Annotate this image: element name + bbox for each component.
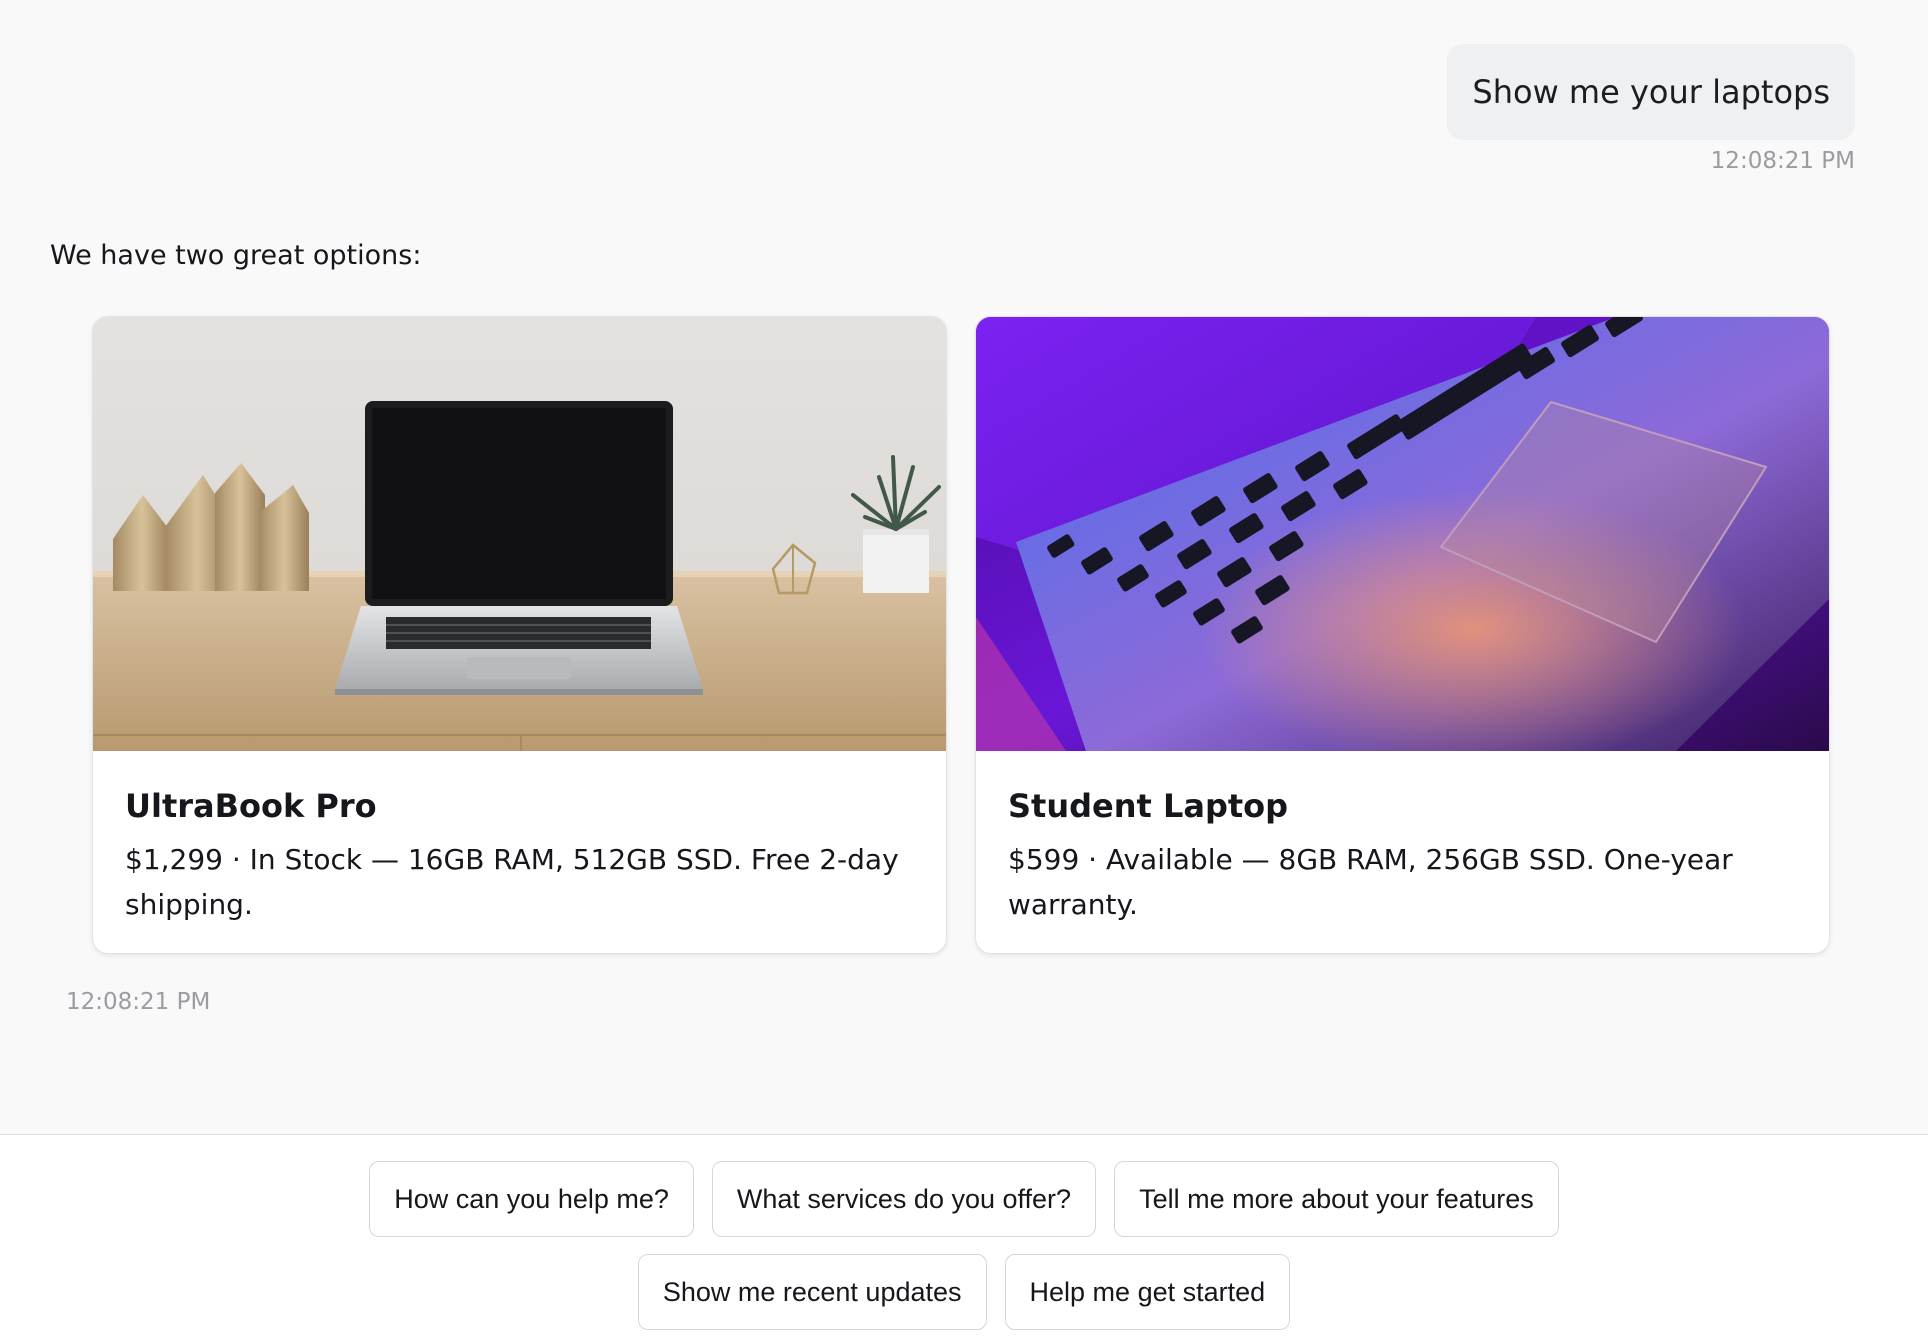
product-carousel: UltraBook Pro $1,299 · In Stock — 16GB R… bbox=[92, 316, 1830, 954]
suggestion-help-button[interactable]: How can you help me? bbox=[369, 1161, 694, 1237]
suggestions-bar: How can you help me? What services do yo… bbox=[0, 1134, 1928, 1344]
product-description: $1,299 · In Stock — 16GB RAM, 512GB SSD.… bbox=[125, 843, 899, 921]
product-title: UltraBook Pro bbox=[125, 787, 377, 825]
suggestion-services-button[interactable]: What services do you offer? bbox=[711, 1161, 1097, 1237]
suggestion-row: How can you help me? What services do yo… bbox=[0, 1161, 1928, 1237]
product-card-ultrabook-pro[interactable]: UltraBook Pro $1,299 · In Stock — 16GB R… bbox=[92, 316, 947, 954]
suggestion-row: Show me recent updates Help me get start… bbox=[0, 1254, 1928, 1330]
product-description: $599 · Available — 8GB RAM, 256GB SSD. O… bbox=[1008, 843, 1733, 921]
suggestion-features-button[interactable]: Tell me more about your features bbox=[1114, 1161, 1559, 1237]
user-message-bubble: Show me your laptops bbox=[1447, 44, 1855, 140]
laptop-on-desk-image bbox=[93, 317, 946, 751]
product-card-student-laptop[interactable]: Student Laptop $599 · Available — 8GB RA… bbox=[975, 316, 1830, 954]
product-title: Student Laptop bbox=[1008, 787, 1289, 825]
suggestion-get-started-button[interactable]: Help me get started bbox=[1004, 1254, 1291, 1330]
purple-laptop-keyboard-image bbox=[976, 317, 1829, 751]
bot-message-timestamp: 12:08:21 PM bbox=[66, 989, 211, 1015]
user-message-timestamp: 12:08:21 PM bbox=[1710, 148, 1855, 174]
suggestion-updates-button[interactable]: Show me recent updates bbox=[637, 1254, 987, 1330]
bot-message-text: We have two great options: bbox=[50, 240, 422, 271]
chat-area: Show me your laptops 12:08:21 PM We have… bbox=[0, 0, 1928, 1134]
